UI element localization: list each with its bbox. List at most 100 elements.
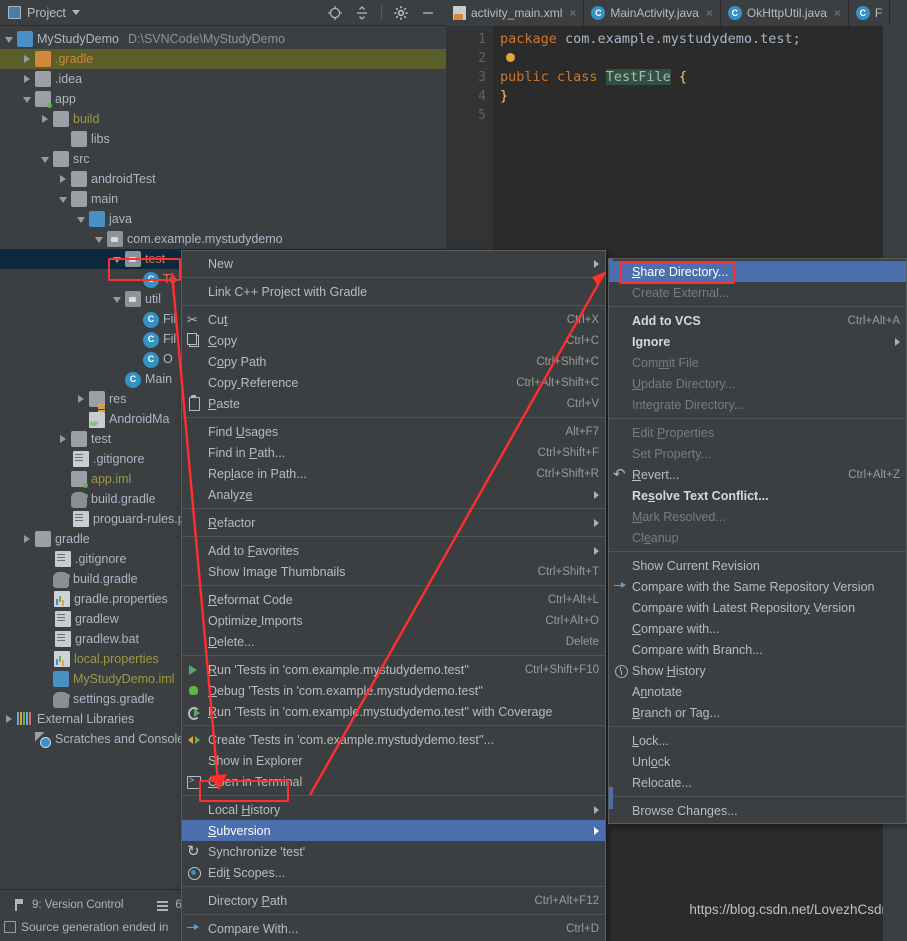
menu-item-mark-resolved[interactable]: Mark Resolved... — [609, 506, 906, 527]
menu-item-open-in-terminal[interactable]: Open in Terminal — [182, 771, 605, 792]
menu-item-compare-with-the-same-repository-version[interactable]: Compare with the Same Repository Version — [609, 576, 906, 597]
expand-arrow-icon[interactable] — [23, 534, 32, 544]
menu-item-ignore[interactable]: Ignore — [609, 331, 906, 352]
editor-tab-f[interactable]: CF — [849, 0, 891, 26]
menu-item-compare-with[interactable]: Compare With... Ctrl+D — [182, 918, 605, 939]
status-version-control[interactable]: 9: Version Control — [32, 899, 123, 911]
expand-arrow-icon[interactable] — [5, 35, 14, 44]
close-icon[interactable]: × — [706, 6, 713, 20]
menu-item-reformat-code[interactable]: Reformat Code Ctrl+Alt+L — [182, 589, 605, 610]
expand-arrow-icon[interactable] — [113, 295, 122, 304]
menu-item-edit-properties[interactable]: Edit Properties — [609, 422, 906, 443]
menu-item-unlock[interactable]: Unlock — [609, 751, 906, 772]
context-menu[interactable]: New Link C++ Project with Gradle Cut Ctrl+X… — [181, 250, 606, 941]
editor-tab-mainactivity-java[interactable]: C MainActivity.java × — [584, 0, 721, 26]
close-icon[interactable]: × — [834, 6, 841, 20]
menu-item-create-external[interactable]: Create External... — [609, 282, 906, 303]
tree-node-app[interactable]: app — [0, 89, 446, 109]
menu-item-debug-tests-in-com-example-mystudydemo-test[interactable]: Debug 'Tests in 'com.example.mystudydemo… — [182, 680, 605, 701]
menu-item-replace-in-path[interactable]: Replace in Path... Ctrl+Shift+R — [182, 463, 605, 484]
expand-arrow-icon[interactable] — [23, 54, 32, 64]
menu-item-optimize-imports[interactable]: Optimize Imports Ctrl+Alt+O — [182, 610, 605, 631]
menu-item-copy-path[interactable]: Copy Path Ctrl+Shift+C — [182, 351, 605, 372]
tree-node-libs[interactable]: libs — [0, 129, 446, 149]
menu-item-run-tests-in-com-example-mystudydemo-test-with-coverage[interactable]: Run 'Tests in 'com.example.mystudydemo.t… — [182, 701, 605, 722]
expand-arrow-icon[interactable] — [77, 394, 86, 404]
menu-item-copy-reference[interactable]: Copy Reference Ctrl+Alt+Shift+C — [182, 372, 605, 393]
menu-item-browse-changes[interactable]: Browse Changes... — [609, 800, 906, 821]
tree-node-root[interactable]: MyStudyDemo D:\SVNCode\MyStudyDemo — [0, 29, 446, 49]
tree-node-build[interactable]: build — [0, 109, 446, 129]
expand-arrow-icon[interactable] — [41, 155, 50, 164]
menu-item-copy[interactable]: Copy Ctrl+C — [182, 330, 605, 351]
menu-item-add-to-vcs[interactable]: Add to VCS Ctrl+Alt+A — [609, 310, 906, 331]
menu-item-directory-path[interactable]: Directory Path Ctrl+Alt+F12 — [182, 890, 605, 911]
menu-item-refactor[interactable]: Refactor — [182, 512, 605, 533]
menu-item-create-tests-in-com-example-mystudydemo-test[interactable]: Create 'Tests in 'com.example.mystudydem… — [182, 729, 605, 750]
editor-tab-activity-main-xml[interactable]: activity_main.xml × — [446, 0, 585, 26]
menu-item-annotate[interactable]: Annotate — [609, 681, 906, 702]
menu-item-branch-or-tag[interactable]: Branch or Tag... — [609, 702, 906, 723]
menu-item-local-history[interactable]: Local History — [182, 799, 605, 820]
menu-item-find-usages[interactable]: Find Usages Alt+F7 — [182, 421, 605, 442]
menu-item-resolve-text-conflict[interactable]: Resolve Text Conflict... — [609, 485, 906, 506]
menu-item-edit-scopes[interactable]: Edit Scopes... — [182, 862, 605, 883]
menu-item-commit-file[interactable]: Commit File — [609, 352, 906, 373]
subversion-submenu[interactable]: Share Directory... Create External... Add … — [608, 258, 907, 824]
locate-icon[interactable] — [327, 5, 343, 21]
expand-arrow-icon[interactable] — [95, 235, 104, 244]
expand-arrow-icon[interactable] — [23, 95, 32, 104]
chevron-down-icon[interactable] — [71, 10, 80, 15]
menu-item-show-history[interactable]: Show History — [609, 660, 906, 681]
menu-item-run-tests-in-com-example-mystudydemo-test[interactable]: Run 'Tests in 'com.example.mystudydemo.t… — [182, 659, 605, 680]
editor-tab-okhttputil-java[interactable]: C OkHttpUtil.java × — [721, 0, 849, 26]
menu-item-compare-with[interactable]: Compare with... — [609, 618, 906, 639]
menu-item-show-image-thumbnails[interactable]: Show Image Thumbnails Ctrl+Shift+T — [182, 561, 605, 582]
menu-item-revert[interactable]: Revert... Ctrl+Alt+Z — [609, 464, 906, 485]
close-icon[interactable]: × — [569, 6, 576, 20]
menu-item-update-directory[interactable]: Update Directory... — [609, 373, 906, 394]
minimize-icon[interactable] — [420, 5, 436, 21]
expand-arrow-icon[interactable] — [113, 255, 122, 264]
expand-arrow-icon[interactable] — [59, 195, 68, 204]
menu-item-compare-with-latest-repository-version[interactable]: Compare with Latest Repository Version — [609, 597, 906, 618]
menu-item-show-in-explorer[interactable]: Show in Explorer — [182, 750, 605, 771]
menu-item-set-property[interactable]: Set Property... — [609, 443, 906, 464]
expand-arrow-icon[interactable] — [77, 215, 86, 224]
intention-bulb-icon[interactable] — [506, 53, 515, 62]
menu-item-lock[interactable]: Lock... — [609, 730, 906, 751]
menu-item-paste[interactable]: Paste Ctrl+V — [182, 393, 605, 414]
tree-node-java[interactable]: java — [0, 209, 446, 229]
menu-item-synchronize-test[interactable]: Synchronize 'test' — [182, 841, 605, 862]
menu-item-subversion[interactable]: Subversion — [182, 820, 605, 841]
expand-arrow-icon[interactable] — [59, 434, 68, 444]
tree-node--idea[interactable]: .idea — [0, 69, 446, 89]
expand-arrow-icon[interactable] — [59, 174, 68, 184]
menu-item-analyze[interactable]: Analyze — [182, 484, 605, 505]
tree-node--gradle[interactable]: .gradle — [0, 49, 446, 69]
menu-item-cleanup[interactable]: Cleanup — [609, 527, 906, 548]
manifest-icon — [89, 411, 105, 428]
menu-item-share-directory[interactable]: Share Directory... — [609, 261, 906, 282]
menu-item-add-to-favorites[interactable]: Add to Favorites — [182, 540, 605, 561]
menu-item-new[interactable]: New — [182, 253, 605, 274]
expand-arrow-icon[interactable] — [41, 114, 50, 124]
menu-item-relocate[interactable]: Relocate... — [609, 772, 906, 793]
settings-gear-icon[interactable] — [393, 5, 409, 21]
expand-arrow-icon[interactable] — [5, 714, 14, 724]
expand-arrow-icon[interactable] — [23, 74, 32, 84]
tree-node-com-example-mystudydemo[interactable]: com.example.mystudydemo — [0, 229, 446, 249]
tree-node-main[interactable]: main — [0, 189, 446, 209]
menu-item-link-c-project-with-gradle[interactable]: Link C++ Project with Gradle — [182, 281, 605, 302]
menu-item-compare-with-branch[interactable]: Compare with Branch... — [609, 639, 906, 660]
menu-item-integrate-directory[interactable]: Integrate Directory... — [609, 394, 906, 415]
menu-icon-placeholder — [613, 775, 627, 791]
menu-item-cut[interactable]: Cut Ctrl+X — [182, 309, 605, 330]
tree-node-label: .gradle — [55, 52, 94, 66]
menu-item-delete[interactable]: Delete... Delete — [182, 631, 605, 652]
tree-node-src[interactable]: src — [0, 149, 446, 169]
collapse-all-icon[interactable] — [354, 5, 370, 21]
menu-item-show-current-revision[interactable]: Show Current Revision — [609, 555, 906, 576]
menu-item-find-in-path[interactable]: Find in Path... Ctrl+Shift+F — [182, 442, 605, 463]
tree-node-androidtest[interactable]: androidTest — [0, 169, 446, 189]
